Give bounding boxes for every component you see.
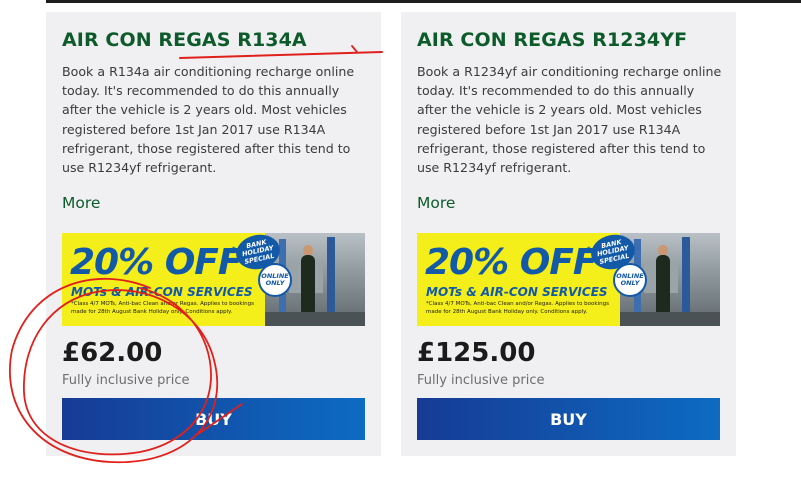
product-price: £62.00: [62, 338, 163, 368]
promo-asterisk: *: [587, 245, 591, 255]
price-note: Fully inclusive price: [62, 373, 190, 388]
buy-button[interactable]: BUY: [417, 398, 720, 440]
product-card-r134a: AIR CON REGAS R134A Book a R134a air con…: [46, 12, 381, 456]
promo-headline: 20% OFF: [70, 242, 242, 283]
promo-banner[interactable]: 20% OFF * MOTs & AIR-CON SERVICES *Class…: [62, 233, 365, 326]
more-link[interactable]: More: [417, 194, 455, 212]
product-description: Book a R134a air conditioning recharge o…: [62, 64, 355, 176]
price-note: Fully inclusive price: [417, 373, 545, 388]
online-only-badge: ONLINE ONLY: [613, 263, 647, 297]
product-card-r1234yf: AIR CON REGAS R1234YF Book a R1234yf air…: [401, 12, 736, 456]
buy-button[interactable]: BUY: [62, 398, 365, 440]
online-only-badge: ONLINE ONLY: [258, 263, 292, 297]
promo-fine-print: *Class 4/7 MOTs, Anti-bac Clean and/or R…: [71, 301, 254, 315]
promo-fine-print: *Class 4/7 MOTs, Anti-bac Clean and/or R…: [426, 301, 609, 315]
product-price: £125.00: [417, 338, 536, 368]
promo-subline: MOTs & AIR-CON SERVICES: [71, 285, 253, 299]
promo-headline: 20% OFF: [425, 242, 597, 283]
more-link[interactable]: More: [62, 194, 100, 212]
product-title: AIR CON REGAS R134A: [62, 29, 307, 51]
promo-subline: MOTs & AIR-CON SERVICES: [426, 285, 608, 299]
product-title: AIR CON REGAS R1234YF: [417, 29, 688, 51]
product-description: Book a R1234yf air conditioning recharge…: [417, 64, 722, 176]
promo-asterisk: *: [232, 245, 236, 255]
top-border-strip: [46, 0, 801, 3]
promo-banner[interactable]: 20% OFF * MOTs & AIR-CON SERVICES *Class…: [417, 233, 720, 326]
